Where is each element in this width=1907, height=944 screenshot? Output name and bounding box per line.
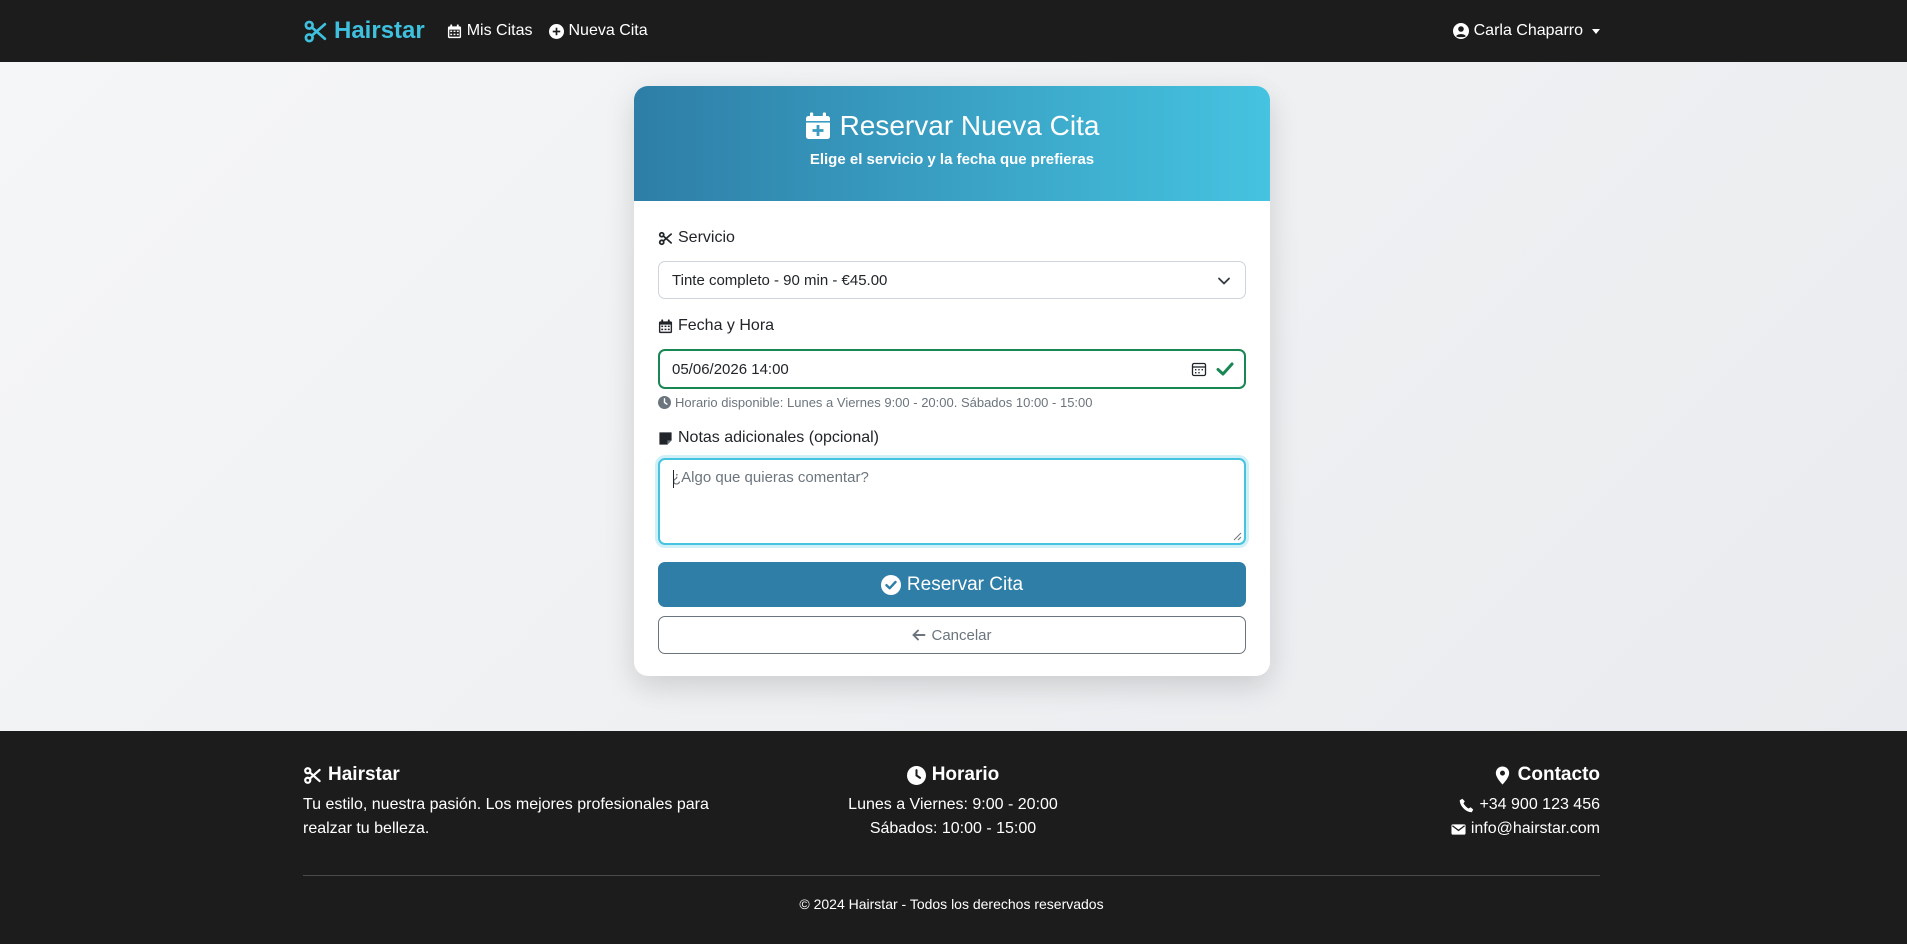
- servicio-selected-value: Tinte completo - 90 min - €45.00: [672, 271, 888, 289]
- calendar-icon: [447, 23, 461, 38]
- scissors-icon: [304, 766, 321, 784]
- footer-email[interactable]: info@hairstar.com: [1300, 817, 1600, 841]
- horario-help-text: Horario disponible: Lunes a Viernes 9:00…: [658, 395, 1246, 410]
- fecha-label-text: Fecha y Hora: [678, 317, 775, 334]
- horario-help-label: Horario disponible: Lunes a Viernes 9:00…: [675, 395, 1093, 410]
- footer-phone[interactable]: +34 900 123 456: [1300, 793, 1600, 817]
- arrow-left-icon: [913, 629, 926, 641]
- reservar-cita-button[interactable]: Reservar Cita: [658, 562, 1246, 607]
- chevron-down-icon: [1218, 277, 1230, 285]
- servicio-select[interactable]: Tinte completo - 90 min - €45.00: [658, 261, 1246, 299]
- footer-horario-weekdays: Lunes a Viernes: 9:00 - 20:00: [848, 796, 1058, 813]
- clock-icon: [658, 396, 671, 409]
- envelope-icon: [1451, 823, 1466, 835]
- footer-horario-title: Horario: [753, 764, 1153, 786]
- navbar-container: Hairstar Mis Citas Nueva Cita Carla Chap…: [303, 0, 1600, 62]
- footer-email-text: info@hairstar.com: [1470, 820, 1600, 837]
- notas-placeholder: ¿Algo que quieras comentar?: [672, 469, 869, 486]
- booking-form: Servicio Tinte completo - 90 min - €45.0…: [634, 227, 1270, 654]
- nav-link-label: Nueva Cita: [568, 22, 648, 39]
- footer-brand-name: Hairstar: [328, 764, 400, 785]
- nav-link-label: Mis Citas: [466, 22, 533, 39]
- plus-circle-icon: [548, 23, 564, 39]
- check-circle-icon: [880, 574, 901, 595]
- phone-icon: [1460, 798, 1474, 812]
- nav-link-nueva-cita[interactable]: Nueva Cita: [548, 22, 648, 40]
- caret-down-icon: [1592, 28, 1600, 34]
- calendar-plus-icon: [805, 112, 830, 139]
- user-menu-dropdown[interactable]: Carla Chaparro: [1452, 0, 1600, 62]
- servicio-label: Servicio: [658, 227, 1246, 249]
- cancel-label: Cancelar: [931, 626, 992, 644]
- scissors-icon: [304, 20, 327, 42]
- fecha-hora-value: 05/06/2026 14:00: [672, 360, 789, 378]
- footer-copyright: © 2024 Hairstar - Todos los derechos res…: [799, 896, 1104, 912]
- check-valid-icon: [1216, 362, 1234, 376]
- map-pin-icon: [1495, 765, 1509, 785]
- servicio-label-text: Servicio: [678, 229, 735, 246]
- brand-name: Hairstar: [334, 17, 425, 44]
- nav-link-mis-citas[interactable]: Mis Citas: [447, 22, 533, 40]
- booking-card: Reservar Nueva Cita Elige el servicio y …: [634, 86, 1270, 676]
- footer-phone-text: +34 900 123 456: [1479, 796, 1600, 813]
- notas-label: Notas adicionales (opcional): [658, 427, 1246, 449]
- footer-horario-column: Horario Lunes a Viernes: 9:00 - 20:00 Sá…: [753, 764, 1153, 841]
- scissors-icon: [658, 231, 672, 245]
- footer-brand-column: Hairstar Tu estilo, nuestra pasión. Los …: [303, 764, 723, 841]
- card-subtitle: Elige el servicio y la fecha que prefier…: [809, 151, 1095, 168]
- navbar: Hairstar Mis Citas Nueva Cita Carla Chap…: [0, 0, 1907, 62]
- clock-icon: [906, 765, 926, 785]
- user-circle-icon: [1452, 23, 1469, 39]
- notas-textarea[interactable]: ¿Algo que quieras comentar?: [658, 458, 1246, 545]
- calendar-picker-icon[interactable]: [1191, 361, 1207, 377]
- footer-horario-saturday: Sábados: 10:00 - 15:00: [869, 820, 1037, 837]
- card-title: Reservar Nueva Cita: [634, 110, 1270, 142]
- notas-label-text: Notas adicionales (opcional): [678, 429, 879, 446]
- fecha-hora-input[interactable]: 05/06/2026 14:00: [658, 349, 1246, 389]
- footer-divider: [303, 875, 1600, 876]
- text-cursor: [673, 470, 674, 488]
- brand-link[interactable]: Hairstar: [303, 17, 425, 45]
- footer-brand-text: Tu estilo, nuestra pasión. Los mejores p…: [303, 796, 709, 837]
- card-header: Reservar Nueva Cita Elige el servicio y …: [634, 86, 1270, 201]
- calendar-icon: [658, 318, 673, 333]
- footer-container: Hairstar Tu estilo, nuestra pasión. Los …: [303, 731, 1600, 944]
- cancel-button[interactable]: Cancelar: [658, 616, 1246, 654]
- footer-contacto-label: Contacto: [1517, 764, 1600, 785]
- footer-brand-title: Hairstar: [303, 764, 723, 786]
- sticky-note-icon: [659, 431, 672, 445]
- reservar-cita-label: Reservar Cita: [906, 573, 1024, 595]
- fecha-label: Fecha y Hora: [658, 315, 1246, 337]
- user-name: Carla Chaparro: [1473, 22, 1583, 39]
- footer-contacto-title: Contacto: [1300, 764, 1600, 786]
- footer: Hairstar Tu estilo, nuestra pasión. Los …: [0, 731, 1907, 944]
- resize-handle-icon[interactable]: [1232, 531, 1242, 541]
- card-title-text: Reservar Nueva Cita: [839, 110, 1100, 141]
- footer-horario-label: Horario: [931, 764, 1000, 785]
- footer-contacto-column: Contacto +34 900 123 456 info@hairstar.c…: [1300, 764, 1600, 841]
